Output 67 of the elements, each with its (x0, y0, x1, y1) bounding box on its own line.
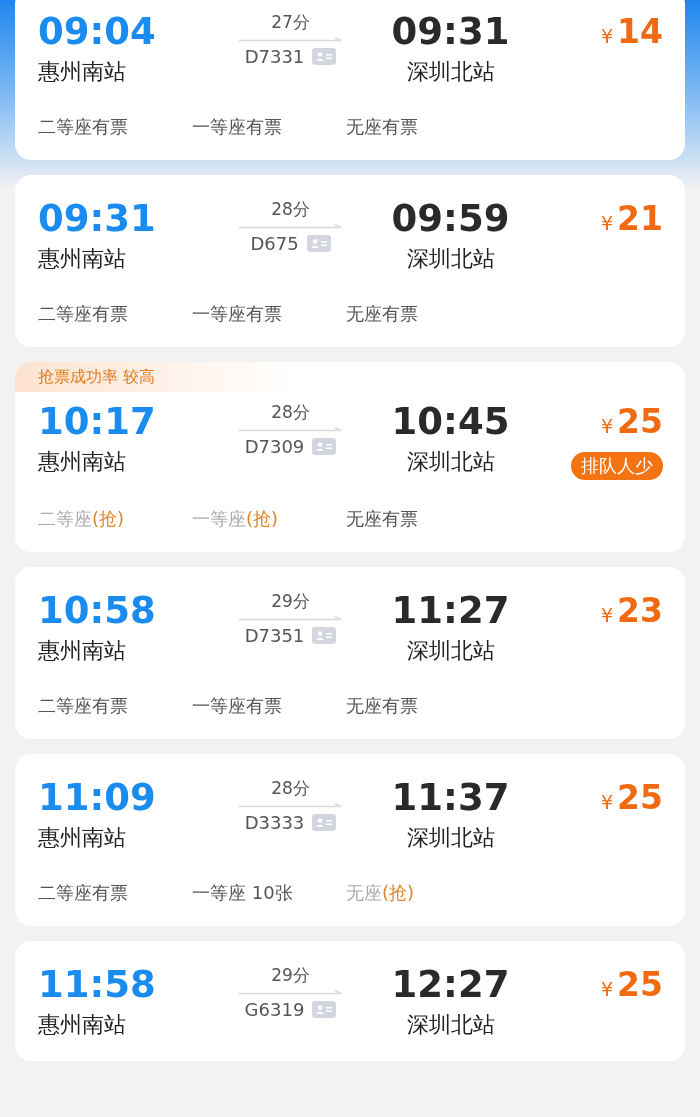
queue-badge: 排队人少 (571, 452, 663, 480)
seat-availability[interactable]: 二等座有票 (38, 114, 192, 140)
arrival-station: 深圳北站 (406, 1011, 495, 1039)
seat-availability[interactable]: 无座有票 (346, 301, 500, 327)
seat-availability[interactable]: 二等座有票 (38, 880, 192, 906)
duration: 29分 (271, 590, 310, 613)
ticket-price: ¥21 (600, 198, 663, 240)
seat-availability[interactable]: 一等座 10张 (192, 880, 346, 906)
duration: 28分 (271, 401, 310, 424)
arrival-station: 深圳北站 (406, 637, 495, 665)
departure-time: 09:04 (38, 10, 157, 54)
departure-time: 11:09 (38, 776, 157, 820)
departure-station: 惠州南站 (38, 824, 127, 852)
departure-time: 10:17 (38, 400, 157, 444)
train-card[interactable]: 11:09 惠州南站 28分 D3333 11:37 深圳北站 ¥25 二等座有票 一等座 10张 无座(抢) (15, 754, 685, 926)
departure-time: 10:58 (38, 589, 157, 633)
arrival-time: 12:27 (391, 963, 510, 1007)
train-number[interactable]: G6319 (244, 999, 305, 1020)
arrival-station: 深圳北站 (406, 245, 495, 273)
id-card-icon (312, 48, 337, 65)
train-number[interactable]: D7309 (244, 436, 305, 457)
seat-availability[interactable]: 无座有票 (346, 693, 500, 719)
ticket-price: ¥25 (600, 964, 663, 1006)
id-card-icon (312, 814, 337, 831)
departure-station: 惠州南站 (38, 58, 127, 86)
ticket-price: ¥23 (600, 590, 663, 632)
train-card[interactable]: 10:58 惠州南站 29分 D7351 11:27 深圳北站 ¥23 二等座有票 一等座有票 无座有票 (15, 567, 685, 739)
duration: 29分 (271, 964, 310, 987)
id-card-icon (306, 235, 331, 252)
train-number[interactable]: D675 (250, 233, 299, 254)
train-number[interactable]: D3333 (244, 812, 305, 833)
arrival-time: 10:45 (391, 400, 510, 444)
arrival-time: 11:27 (391, 589, 510, 633)
arrival-time: 09:31 (391, 10, 510, 54)
train-card[interactable]: 抢票成功率 较高 10:17 惠州南站 28分 D7309 10:45 深圳北站 ¥25 排队人少 二等座(抢) 一等座(抢) 无座有票 (15, 362, 685, 552)
departure-time: 11:58 (38, 963, 157, 1007)
train-card[interactable]: 09:04 惠州南站 27分 D7331 09:31 深圳北站 ¥14 二等座有票 一等座有票 无座有票 (15, 0, 685, 160)
arrival-station: 深圳北站 (406, 58, 495, 86)
arrival-station: 深圳北站 (406, 448, 495, 476)
arrival-station: 深圳北站 (406, 824, 495, 852)
id-card-icon (312, 1001, 337, 1018)
train-number[interactable]: D7351 (244, 625, 305, 646)
id-card-icon (312, 438, 337, 455)
ticket-price: ¥25 (600, 401, 663, 443)
ticket-price: ¥14 (600, 11, 663, 53)
seat-availability[interactable]: 二等座有票 (38, 301, 192, 327)
arrival-time: 09:59 (391, 197, 510, 241)
departure-station: 惠州南站 (38, 448, 127, 476)
departure-time: 09:31 (38, 197, 157, 241)
id-card-icon (312, 627, 337, 644)
seat-availability[interactable]: 无座有票 (346, 506, 500, 532)
duration: 27分 (271, 11, 310, 34)
seat-availability[interactable]: 一等座有票 (192, 301, 346, 327)
duration: 28分 (271, 198, 310, 221)
train-number[interactable]: D7331 (244, 46, 305, 67)
duration: 28分 (271, 777, 310, 800)
departure-station: 惠州南站 (38, 637, 127, 665)
train-card[interactable]: 09:31 惠州南站 28分 D675 09:59 深圳北站 ¥21 二等座有票 一等座有票 无座有票 (15, 175, 685, 347)
ticket-price: ¥25 (600, 777, 663, 819)
train-card[interactable]: 11:58 惠州南站 29分 G6319 12:27 深圳北站 ¥25 (15, 941, 685, 1061)
departure-station: 惠州南站 (38, 245, 127, 273)
seat-availability[interactable]: 二等座有票 (38, 693, 192, 719)
seat-availability[interactable]: 一等座有票 (192, 693, 346, 719)
arrival-time: 11:37 (391, 776, 510, 820)
seat-availability[interactable]: 一等座有票 (192, 114, 346, 140)
departure-station: 惠州南站 (38, 1011, 127, 1039)
seat-availability[interactable]: 无座有票 (346, 114, 500, 140)
